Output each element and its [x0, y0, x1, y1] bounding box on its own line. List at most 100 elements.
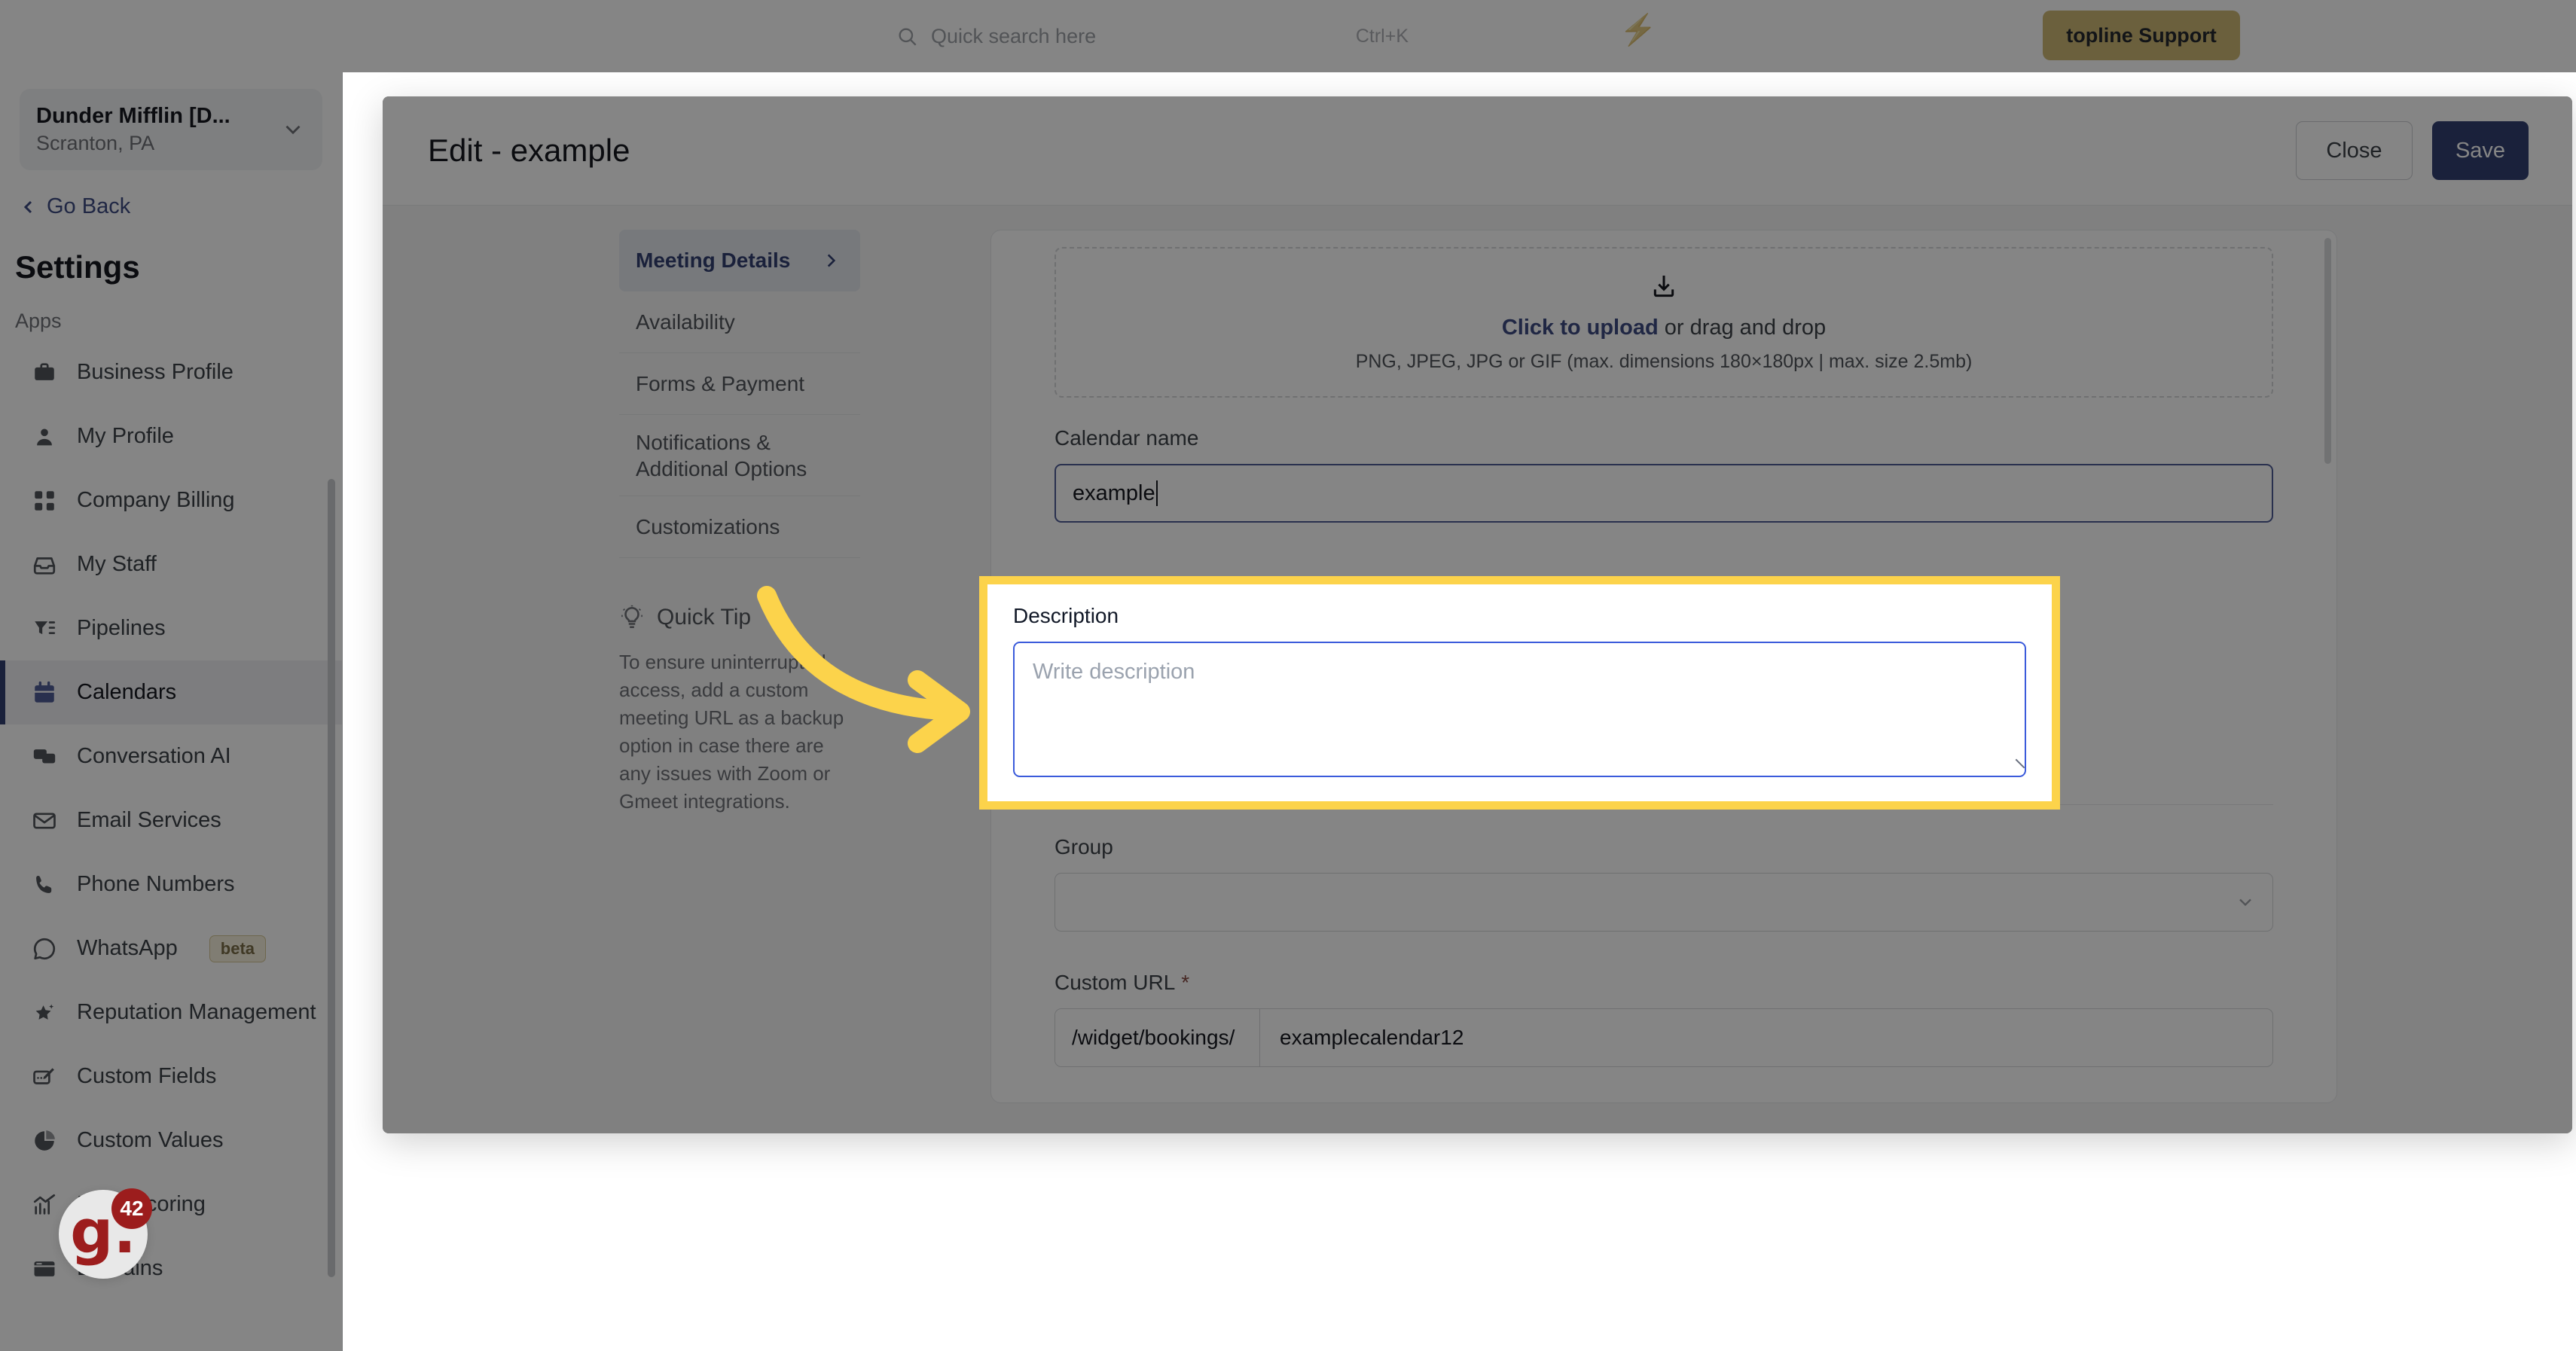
search-shortcut-hint: Ctrl+K	[1355, 26, 1409, 47]
rail-item-label: Customizations	[636, 514, 780, 538]
required-marker: *	[1181, 971, 1190, 994]
sidebar-item-label: Custom Fields	[77, 1064, 217, 1088]
modal-section-rail: Meeting Details Availability Forms & Payme…	[619, 230, 860, 558]
sidebar-item-my-staff[interactable]: My Staff	[0, 532, 342, 596]
browser-window-icon	[33, 1261, 56, 1276]
sidebar-item-label: Company Billing	[77, 488, 235, 512]
sidebar-section-label: Apps	[15, 310, 62, 332]
group-label: Group	[1055, 835, 1113, 858]
filter-icon	[35, 621, 56, 634]
lightbulb-icon	[621, 605, 642, 629]
upload-rest-text: or drag and drop	[1658, 316, 1827, 340]
sidebar-item-label: Calendars	[77, 680, 177, 704]
whatsapp-icon	[33, 938, 56, 959]
upload-constraints-text: PNG, JPEG, JPG or GIF (max. dimensions 1…	[1355, 351, 1973, 372]
calendar-name-input[interactable]: example	[1055, 464, 2273, 523]
sidebar-item-whatsapp[interactable]: WhatsApp beta	[0, 916, 342, 980]
chevron-right-icon	[827, 254, 836, 267]
sidebar-item-pipelines[interactable]: Pipelines	[0, 596, 342, 660]
custom-url-input[interactable]: examplecalendar12	[1260, 1009, 2272, 1066]
rail-item-forms-payment[interactable]: Forms & Payment	[619, 353, 860, 415]
search-icon	[899, 28, 917, 46]
briefcase-icon	[35, 362, 54, 380]
pie-chart-icon	[35, 1130, 55, 1151]
page-title: Settings	[15, 249, 140, 285]
rail-item-customizations[interactable]: Customizations	[619, 496, 860, 558]
form-scrollbar[interactable]	[2324, 238, 2331, 464]
rail-item-label: Meeting Details	[636, 249, 791, 272]
sidebar-item-lead-scoring[interactable]: Lead Scoring	[0, 1173, 342, 1237]
resize-grip-icon[interactable]	[2007, 758, 2025, 776]
chevron-down-icon	[285, 125, 301, 135]
custom-url-label: Custom URL *	[1055, 971, 2273, 995]
envelope-icon	[33, 812, 56, 829]
calendar-name-field-group: Calendar name example	[1055, 426, 2273, 523]
description-placeholder: Write description	[1033, 660, 1195, 684]
quick-tip-body: To ensure uninterrupted access, add a cu…	[619, 651, 844, 813]
org-switcher[interactable]: Dunder Mifflin [D... Scranton, PA	[20, 89, 322, 170]
group-select[interactable]	[1055, 873, 2273, 932]
click-to-upload-link[interactable]: Click to upload	[1502, 316, 1659, 340]
logo-upload-dropzone[interactable]: Click to upload or drag and drop PNG, JP…	[1055, 247, 2273, 398]
sidebar-item-label: Custom Values	[77, 1128, 224, 1152]
calendar-icon	[34, 681, 55, 703]
sidebar-item-conversation-ai[interactable]: Conversation AI	[0, 724, 342, 788]
inbox-icon	[33, 557, 56, 575]
sidebar-item-reputation-management[interactable]: Reputation Management	[0, 980, 342, 1045]
sidebar-item-label: Business Profile	[77, 360, 233, 384]
phone-icon	[36, 875, 52, 893]
chat-launcher-button[interactable]: g. 42	[59, 1188, 152, 1279]
support-button[interactable]: topline Support	[2043, 11, 2240, 60]
sidebar-item-custom-fields[interactable]: Custom Fields	[0, 1045, 342, 1109]
sidebar-item-label: My Staff	[77, 552, 157, 576]
chevron-left-icon	[23, 200, 32, 213]
sidebar-item-custom-values[interactable]: Custom Values	[0, 1109, 342, 1173]
custom-url-input-group[interactable]: /widget/bookings/ examplecalendar12	[1055, 1008, 2273, 1067]
sidebar-scrollbar[interactable]	[328, 479, 335, 1277]
sidebar-item-domains[interactable]: Domains	[0, 1237, 342, 1301]
quick-search-input[interactable]: Quick search here Ctrl+K	[896, 17, 1574, 56]
edit-field-icon	[33, 1067, 54, 1084]
lightning-bolt-icon[interactable]: ⚡	[1619, 15, 1657, 45]
upload-primary-text: Click to upload or drag and drop	[1502, 316, 1826, 340]
org-location: Scranton, PA	[36, 132, 155, 154]
chat-bubbles-icon	[33, 749, 56, 763]
top-bar: Quick search here Ctrl+K ⚡ topline Suppo…	[0, 0, 2576, 72]
sidebar-item-phone-numbers[interactable]: Phone Numbers	[0, 852, 342, 916]
rail-item-label: Forms & Payment	[636, 371, 805, 395]
quick-tip-title: Quick Tip	[657, 605, 752, 630]
sidebar-item-label: Reputation Management	[77, 1000, 316, 1024]
sidebar-item-label: WhatsApp	[77, 936, 178, 960]
description-textarea[interactable]: Write description	[1013, 642, 2026, 777]
save-button[interactable]: Save	[2432, 121, 2529, 180]
sidebar-item-calendars[interactable]: Calendars	[0, 660, 342, 724]
modal-title: Edit - example	[428, 133, 630, 168]
sidebar-item-company-billing[interactable]: Company Billing	[0, 468, 342, 532]
description-highlight-box: Description Write description	[979, 576, 2060, 810]
modal-header: Edit - example Close Save	[383, 96, 2572, 206]
sidebar-item-my-profile[interactable]: My Profile	[0, 404, 342, 468]
bar-chart-icon	[33, 1194, 56, 1215]
chat-unread-badge: 42	[111, 1188, 152, 1229]
go-back-link[interactable]: Go Back	[20, 194, 342, 219]
chevron-down-icon	[2239, 898, 2251, 907]
go-back-label: Go Back	[47, 194, 131, 218]
star-sparkle-icon	[35, 1004, 54, 1020]
calculator-icon	[35, 490, 54, 511]
beta-badge: beta	[209, 935, 267, 962]
user-icon	[37, 428, 52, 445]
sidebar-item-business-profile[interactable]: Business Profile	[0, 340, 342, 404]
close-button[interactable]: Close	[2296, 121, 2413, 180]
custom-url-field-group: Custom URL * /widget/bookings/ examplecal…	[1055, 971, 2273, 1067]
rail-item-availability[interactable]: Availability	[619, 291, 860, 353]
custom-url-label-text: Custom URL	[1055, 971, 1176, 994]
group-field-group: Group	[1055, 835, 2273, 932]
calendar-name-value: example	[1073, 480, 1155, 505]
rail-item-label: Notifications & Additional Options	[636, 430, 807, 480]
calendar-name-label: Calendar name	[1055, 426, 1199, 450]
sidebar-nav-list: Business Profile My Profile Company Billin…	[0, 340, 342, 1301]
rail-item-meeting-details[interactable]: Meeting Details	[619, 230, 860, 291]
sidebar-item-label: My Profile	[77, 424, 174, 448]
rail-item-notifications-additional-options[interactable]: Notifications & Additional Options	[619, 415, 860, 496]
sidebar-item-email-services[interactable]: Email Services	[0, 788, 342, 852]
